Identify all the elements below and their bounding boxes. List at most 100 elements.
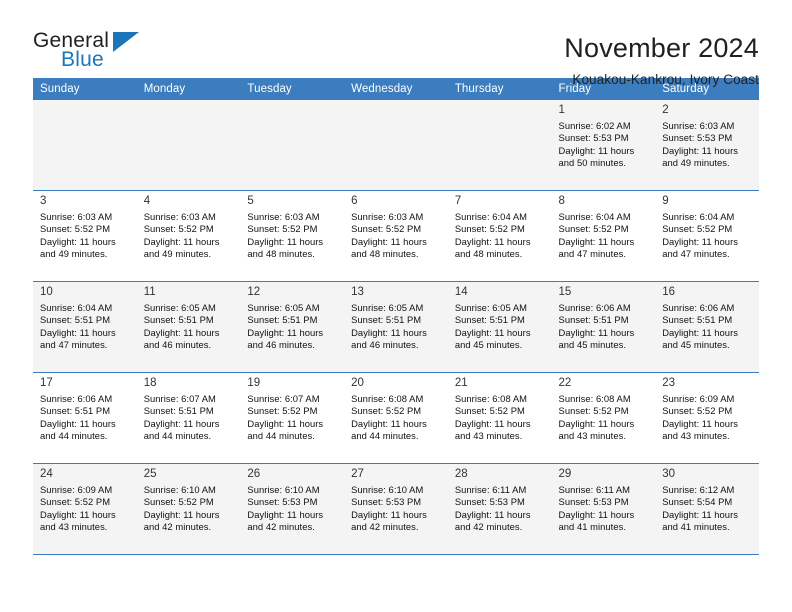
calendar-day-cell[interactable]: 18 Sunrise: 6:07 AM Sunset: 5:51 PM Dayligh… [136, 372, 241, 464]
calendar-day-cell[interactable]: 16 Sunrise: 6:06 AM Sunset: 5:51 PM Dayligh… [655, 281, 759, 373]
sunrise-text: Sunrise: 6:09 AM [40, 484, 113, 495]
logo-text-blue: Blue [61, 48, 104, 71]
day-cell-content: 14 Sunrise: 6:05 AM Sunset: 5:51 PM Dayligh… [448, 282, 552, 372]
day-number: 6 [351, 195, 358, 207]
calendar-day-cell[interactable]: 14 Sunrise: 6:05 AM Sunset: 5:51 PM Dayligh… [447, 281, 552, 373]
calendar-day-cell[interactable]: 21 Sunrise: 6:08 AM Sunset: 5:52 PM Dayligh… [447, 372, 552, 464]
calendar-day-cell[interactable]: 5 Sunrise: 6:03 AM Sunset: 5:52 PM Daylight… [240, 190, 345, 282]
calendar-day-cell[interactable]: 30 Sunrise: 6:12 AM Sunset: 5:54 PM Dayligh… [655, 463, 759, 555]
sunset-text: Sunset: 5:52 PM [454, 223, 525, 235]
calendar-week-row: 17 Sunrise: 6:06 AM Sunset: 5:51 PM Dayligh… [33, 372, 759, 464]
daylight-text-line2: and 45 minutes. [662, 339, 730, 351]
calendar-day-cell[interactable]: 13 Sunrise: 6:05 AM Sunset: 5:51 PM Dayligh… [344, 281, 448, 373]
daylight-text-line2: and 44 minutes. [143, 430, 212, 442]
daylight-text-line2: and 48 minutes. [351, 248, 419, 260]
calendar-day-cell[interactable]: 8 Sunrise: 6:04 AM Sunset: 5:52 PM Daylight… [551, 190, 656, 282]
daylight-text-line2: and 44 minutes. [40, 430, 108, 442]
calendar-day-cell[interactable]: 4 Sunrise: 6:03 AM Sunset: 5:52 PM Daylight… [136, 190, 241, 282]
calendar-week-row: 10 Sunrise: 6:04 AM Sunset: 5:51 PM Dayligh… [33, 281, 759, 373]
sunrise-text: Sunrise: 6:03 AM [662, 120, 735, 131]
day-number: 12 [247, 286, 261, 298]
daylight-text-line1: Daylight: 11 hours [40, 508, 116, 520]
day-cell-content: 11 Sunrise: 6:05 AM Sunset: 5:51 PM Dayligh… [137, 282, 241, 372]
page-header: General Blue November 2024 Kouakou-Kankr… [33, 0, 759, 88]
daylight-text-line1: Daylight: 11 hours [454, 235, 531, 247]
calendar-day-cell[interactable]: 22 Sunrise: 6:08 AM Sunset: 5:52 PM Dayligh… [551, 372, 656, 464]
calendar-day-cell-empty [344, 100, 448, 191]
daylight-text-line2: and 48 minutes. [454, 248, 523, 260]
sunrise-text: Sunrise: 6:06 AM [662, 302, 735, 313]
sunset-text: Sunset: 5:52 PM [558, 405, 629, 417]
day-number: 8 [558, 195, 565, 207]
day-number: 10 [40, 286, 53, 298]
calendar-day-cell-empty [240, 100, 345, 191]
day-cell-content: 9 Sunrise: 6:04 AM Sunset: 5:52 PM Daylight… [655, 191, 759, 281]
daylight-text-line2: and 41 minutes. [662, 521, 730, 533]
sunset-text: Sunset: 5:52 PM [247, 405, 318, 417]
calendar-day-cell[interactable]: 25 Sunrise: 6:10 AM Sunset: 5:52 PM Dayligh… [136, 463, 241, 555]
calendar-day-cell[interactable]: 2 Sunrise: 6:03 AM Sunset: 5:53 PM Daylight… [655, 100, 759, 191]
sunset-text: Sunset: 5:52 PM [40, 496, 111, 508]
day-number: 25 [143, 468, 157, 480]
calendar-day-cell[interactable]: 11 Sunrise: 6:05 AM Sunset: 5:51 PM Dayligh… [136, 281, 241, 373]
daylight-text-line1: Daylight: 11 hours [662, 417, 738, 429]
calendar-day-cell[interactable]: 17 Sunrise: 6:06 AM Sunset: 5:51 PM Dayligh… [33, 372, 137, 464]
day-cell-content: 19 Sunrise: 6:07 AM Sunset: 5:52 PM Dayligh… [240, 373, 344, 463]
title-block: November 2024 Kouakou-Kankrou, Ivory Coa… [153, 30, 759, 90]
daylight-text-line1: Daylight: 11 hours [662, 235, 738, 247]
calendar-day-cell[interactable]: 10 Sunrise: 6:04 AM Sunset: 5:51 PM Dayligh… [33, 281, 137, 373]
daylight-text-line2: and 41 minutes. [558, 521, 626, 533]
calendar-day-cell[interactable]: 3 Sunrise: 6:03 AM Sunset: 5:52 PM Daylight… [33, 190, 137, 282]
daylight-text-line1: Daylight: 11 hours [662, 326, 738, 338]
calendar-day-cell[interactable]: 24 Sunrise: 6:09 AM Sunset: 5:52 PM Dayligh… [33, 463, 137, 555]
daylight-text-line1: Daylight: 11 hours [40, 235, 116, 247]
calendar-day-cell[interactable]: 15 Sunrise: 6:06 AM Sunset: 5:51 PM Dayligh… [551, 281, 656, 373]
calendar-week-row: 1 Sunrise: 6:02 AM Sunset: 5:53 PM Daylight… [33, 100, 759, 191]
page-title: November 2024 [564, 33, 759, 63]
day-number: 5 [247, 195, 254, 207]
sunrise-text: Sunrise: 6:09 AM [662, 393, 735, 404]
sunset-text: Sunset: 5:51 PM [662, 314, 733, 326]
daylight-text-line2: and 44 minutes. [351, 430, 419, 442]
daylight-text-line1: Daylight: 11 hours [40, 417, 116, 429]
calendar-day-cell[interactable]: 12 Sunrise: 6:05 AM Sunset: 5:51 PM Dayligh… [240, 281, 345, 373]
calendar-day-cell[interactable]: 7 Sunrise: 6:04 AM Sunset: 5:52 PM Daylight… [447, 190, 552, 282]
calendar-day-cell[interactable]: 6 Sunrise: 6:03 AM Sunset: 5:52 PM Daylight… [344, 190, 448, 282]
sunset-text: Sunset: 5:53 PM [558, 132, 629, 144]
calendar-day-cell[interactable]: 29 Sunrise: 6:11 AM Sunset: 5:53 PM Dayligh… [551, 463, 656, 555]
day-cell-content: 26 Sunrise: 6:10 AM Sunset: 5:53 PM Dayligh… [240, 464, 344, 554]
sunrise-text: Sunrise: 6:08 AM [558, 393, 631, 404]
calendar-day-cell[interactable]: 20 Sunrise: 6:08 AM Sunset: 5:52 PM Dayligh… [344, 372, 448, 464]
calendar-day-cell[interactable]: 26 Sunrise: 6:10 AM Sunset: 5:53 PM Dayligh… [240, 463, 345, 555]
calendar-day-cell[interactable]: 23 Sunrise: 6:09 AM Sunset: 5:52 PM Dayligh… [655, 372, 759, 464]
day-number: 29 [558, 468, 572, 480]
sunrise-text: Sunrise: 6:07 AM [247, 393, 320, 404]
daylight-text-line1: Daylight: 11 hours [351, 508, 427, 520]
day-cell-content: 8 Sunrise: 6:04 AM Sunset: 5:52 PM Daylight… [552, 191, 656, 281]
daylight-text-line2: and 47 minutes. [662, 248, 730, 260]
sunset-text: Sunset: 5:51 PM [143, 314, 214, 326]
calendar-day-cell[interactable]: 28 Sunrise: 6:11 AM Sunset: 5:53 PM Dayligh… [447, 463, 552, 555]
general-blue-logo[interactable]: General Blue [33, 30, 153, 78]
day-number: 18 [143, 377, 157, 389]
sunrise-text: Sunrise: 6:03 AM [351, 211, 424, 222]
day-number: 3 [40, 195, 47, 207]
calendar-body: 1 Sunrise: 6:02 AM Sunset: 5:53 PM Daylight… [33, 100, 759, 555]
sunrise-text: Sunrise: 6:12 AM [662, 484, 735, 495]
calendar-day-cell[interactable]: 1 Sunrise: 6:02 AM Sunset: 5:53 PM Daylight… [551, 100, 656, 191]
calendar-day-cell-empty [447, 100, 552, 191]
sunrise-text: Sunrise: 6:07 AM [143, 393, 216, 404]
calendar-day-cell[interactable]: 27 Sunrise: 6:10 AM Sunset: 5:53 PM Dayligh… [344, 463, 448, 555]
day-cell-content: 1 Sunrise: 6:02 AM Sunset: 5:53 PM Daylight… [552, 100, 656, 190]
day-cell-content: 16 Sunrise: 6:06 AM Sunset: 5:51 PM Dayligh… [655, 282, 759, 372]
day-number: 2 [662, 104, 669, 116]
day-cell-content: 15 Sunrise: 6:06 AM Sunset: 5:51 PM Dayligh… [552, 282, 656, 372]
daylight-text-line1: Daylight: 11 hours [247, 326, 324, 338]
sunset-text: Sunset: 5:53 PM [662, 132, 733, 144]
day-cell-content: 18 Sunrise: 6:07 AM Sunset: 5:51 PM Dayligh… [137, 373, 241, 463]
daylight-text-line1: Daylight: 11 hours [351, 326, 427, 338]
day-cell-content: 13 Sunrise: 6:05 AM Sunset: 5:51 PM Dayligh… [344, 282, 448, 372]
day-cell-content: 6 Sunrise: 6:03 AM Sunset: 5:52 PM Daylight… [344, 191, 448, 281]
calendar-day-cell[interactable]: 9 Sunrise: 6:04 AM Sunset: 5:52 PM Daylight… [655, 190, 759, 282]
calendar-day-cell[interactable]: 19 Sunrise: 6:07 AM Sunset: 5:52 PM Dayligh… [240, 372, 345, 464]
